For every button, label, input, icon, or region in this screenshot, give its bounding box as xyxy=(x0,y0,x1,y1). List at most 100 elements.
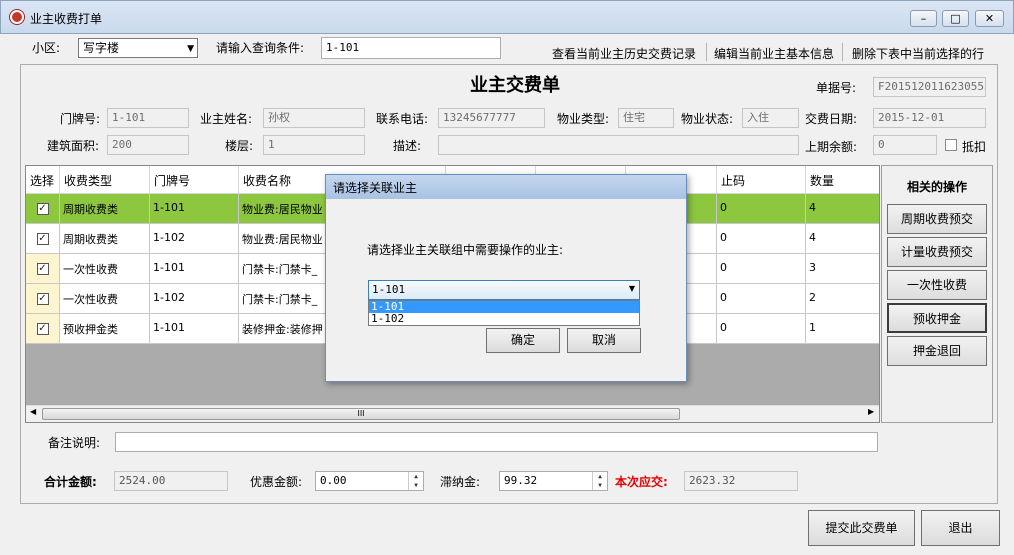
toolbar-separator xyxy=(842,43,843,61)
grid-cell[interactable]: 0 xyxy=(717,254,806,284)
area-label: 建筑面积: xyxy=(47,139,100,153)
desc-label: 描述: xyxy=(393,139,422,153)
query-input[interactable]: 1-101 xyxy=(321,37,501,59)
grid-cell[interactable]: 一次性收费 xyxy=(60,284,150,314)
pay-date-label: 交费日期: xyxy=(805,112,858,126)
select-owner-dialog: 请选择关联业主 请选择业主关联组中需要操作的业主: 1-101 ▼ 1-101 … xyxy=(325,174,687,382)
delete-row-link[interactable]: 删除下表中当前选择的行 xyxy=(852,45,984,62)
row-select-cell[interactable]: ✓ xyxy=(26,314,60,344)
late-fee-label: 滞纳金: xyxy=(440,475,481,489)
periodic-prepay-button[interactable]: 周期收费预交 xyxy=(887,204,987,234)
dialog-cancel-button[interactable]: 取消 xyxy=(567,328,641,353)
grid-cell[interactable]: 1-101 xyxy=(150,254,239,284)
scroll-thumb[interactable]: III xyxy=(42,408,680,420)
grid-cell[interactable]: 1-101 xyxy=(150,194,239,224)
close-button[interactable]: ✕ xyxy=(975,10,1004,27)
maximize-button[interactable]: □ xyxy=(942,10,969,27)
due-field: 2623.32 xyxy=(684,471,798,491)
discount-label: 优惠金额: xyxy=(250,475,303,489)
query-label: 请输入查询条件: xyxy=(216,41,305,55)
close-icon: ✕ xyxy=(984,12,995,25)
grid-cell[interactable]: 预收押金类 xyxy=(60,314,150,344)
remark-label: 备注说明: xyxy=(48,436,101,450)
deposit-refund-button[interactable]: 押金退回 xyxy=(887,336,987,366)
grid-cell[interactable]: 1-101 xyxy=(150,314,239,344)
owner-select[interactable]: 1-101 ▼ xyxy=(368,280,640,300)
row-select-cell[interactable]: ✓ xyxy=(26,224,60,254)
column-header[interactable]: 数量 xyxy=(806,166,879,194)
grid-cell[interactable]: 0 xyxy=(717,224,806,254)
dropdown-option[interactable]: 1-101 xyxy=(369,301,639,313)
form-title: 业主交费单 xyxy=(470,75,560,96)
discount-value: 0.00 xyxy=(320,474,347,487)
maximize-icon: □ xyxy=(950,12,961,25)
scroll-left-icon[interactable]: ◀ xyxy=(30,407,36,416)
horizontal-scrollbar[interactable]: ◀ III ▶ xyxy=(26,405,879,422)
phone-label: 联系电话: xyxy=(376,112,429,126)
grid-cell[interactable]: 1-102 xyxy=(150,284,239,314)
grid-cell[interactable]: 一次性收费 xyxy=(60,254,150,284)
submit-button[interactable]: 提交此交费单 xyxy=(808,510,915,546)
property-type-field: 住宅 xyxy=(618,108,674,128)
one-time-fee-button[interactable]: 一次性收费 xyxy=(887,270,987,300)
grid-cell[interactable]: 周期收费类 xyxy=(60,224,150,254)
column-header[interactable]: 止码 xyxy=(717,166,806,194)
owner-dropdown-list: 1-101 1-102 xyxy=(368,300,640,326)
edit-owner-link[interactable]: 编辑当前业主基本信息 xyxy=(714,45,834,62)
operations-panel: 相关的操作 周期收费预交 计量收费预交 一次性收费 预收押金 押金退回 xyxy=(881,165,993,423)
remark-field[interactable] xyxy=(115,432,878,452)
dropdown-option[interactable]: 1-102 xyxy=(369,313,639,325)
minimize-button[interactable]: – xyxy=(910,10,937,27)
grid-cell[interactable]: 4 xyxy=(806,194,879,224)
receipt-no-label: 单据号: xyxy=(816,81,857,95)
grid-cell[interactable]: 4 xyxy=(806,224,879,254)
row-checkbox[interactable]: ✓ xyxy=(36,263,49,275)
due-label: 本次应交: xyxy=(615,475,668,489)
row-select-cell[interactable]: ✓ xyxy=(26,194,60,224)
column-header[interactable]: 收费类型 xyxy=(60,166,150,194)
dialog-prompt: 请选择业主关联组中需要操作的业主: xyxy=(367,243,564,257)
title-bar xyxy=(0,0,1014,34)
grid-cell[interactable]: 3 xyxy=(806,254,879,284)
toolbar-separator xyxy=(706,43,707,61)
minimize-icon: – xyxy=(920,12,927,25)
door-no-field: 1-101 xyxy=(107,108,189,128)
metered-prepay-button[interactable]: 计量收费预交 xyxy=(887,237,987,267)
row-checkbox[interactable]: ✓ xyxy=(36,323,49,335)
column-header[interactable]: 门牌号 xyxy=(150,166,239,194)
phone-field: 13245677777 xyxy=(438,108,545,128)
grid-cell[interactable]: 0 xyxy=(717,194,806,224)
row-select-cell[interactable]: ✓ xyxy=(26,254,60,284)
row-checkbox[interactable]: ✓ xyxy=(36,233,49,245)
chevron-down-icon: ▼ xyxy=(628,284,635,293)
scroll-right-icon[interactable]: ▶ xyxy=(868,407,874,416)
history-records-link[interactable]: 查看当前业主历史交费记录 xyxy=(552,45,696,62)
discount-stepper[interactable]: 0.00 ▲ ▼ xyxy=(315,471,424,491)
chevron-down-icon: ▼ xyxy=(187,44,194,54)
spinner-arrows-icon[interactable]: ▲ ▼ xyxy=(592,472,607,490)
late-fee-value: 99.32 xyxy=(504,474,538,487)
spinner-arrows-icon[interactable]: ▲ ▼ xyxy=(408,472,423,490)
floor-field: 1 xyxy=(263,135,365,155)
grid-cell[interactable]: 周期收费类 xyxy=(60,194,150,224)
grid-cell[interactable]: 0 xyxy=(717,314,806,344)
offset-checkbox[interactable] xyxy=(945,139,957,151)
column-header[interactable]: 选择 xyxy=(26,166,60,194)
row-select-cell[interactable]: ✓ xyxy=(26,284,60,314)
desc-field xyxy=(438,135,799,155)
row-checkbox[interactable]: ✓ xyxy=(36,203,49,215)
row-checkbox[interactable]: ✓ xyxy=(36,293,49,305)
property-type-label: 物业类型: xyxy=(557,112,610,126)
grid-cell[interactable]: 0 xyxy=(717,284,806,314)
deposit-button[interactable]: 预收押金 xyxy=(887,303,987,333)
floor-label: 楼层: xyxy=(225,139,254,153)
grid-cell[interactable]: 2 xyxy=(806,284,879,314)
grid-cell[interactable]: 1-102 xyxy=(150,224,239,254)
area-field: 200 xyxy=(107,135,189,155)
late-fee-stepper[interactable]: 99.32 ▲ ▼ xyxy=(499,471,608,491)
dialog-ok-button[interactable]: 确定 xyxy=(486,328,560,353)
exit-button[interactable]: 退出 xyxy=(921,510,1000,546)
grid-cell[interactable]: 1 xyxy=(806,314,879,344)
community-select[interactable]: 写字楼 ▼ xyxy=(78,38,198,58)
dialog-title: 请选择关联业主 xyxy=(326,175,686,199)
